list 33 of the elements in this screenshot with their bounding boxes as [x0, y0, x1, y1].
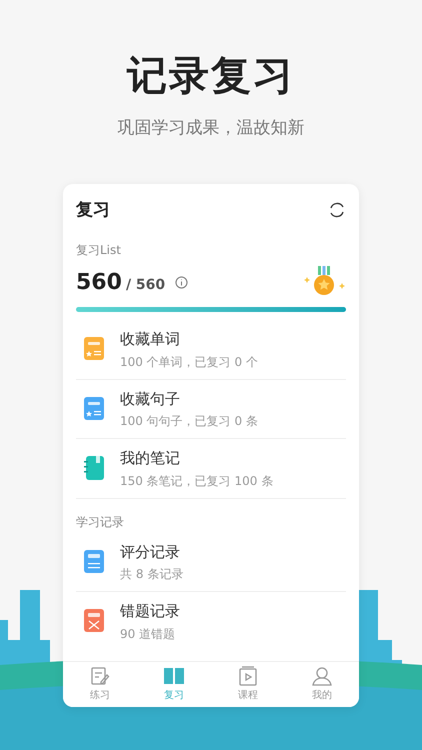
- item-title: 评分记录: [120, 542, 181, 562]
- open-book-icon: [163, 666, 185, 686]
- list-item[interactable]: 收藏单词 100 个单词，已复习 0 个: [76, 320, 346, 380]
- refresh-icon[interactable]: [328, 201, 346, 220]
- mistake-card-icon: [83, 608, 105, 634]
- list-item[interactable]: 收藏句子 100 句句子，已复习 0 条: [76, 380, 346, 439]
- item-subtitle: 100 句句子，已复习 0 条: [120, 413, 258, 430]
- item-subtitle: 共 8 条记录: [120, 566, 184, 583]
- video-card-icon: [238, 666, 258, 686]
- card-title: 复习: [76, 198, 110, 222]
- user-icon: [312, 666, 332, 686]
- page-title: 记录复习: [127, 52, 295, 101]
- word-card-icon: [83, 336, 105, 362]
- sentence-card-icon: [83, 396, 105, 422]
- list-item[interactable]: 我的笔记 150 条笔记，已复习 100 条: [76, 439, 346, 498]
- section-label: 学习记录: [76, 514, 125, 530]
- info-icon[interactable]: [175, 276, 188, 288]
- item-title: 错题记录: [120, 601, 180, 622]
- notebook-icon: [83, 455, 105, 482]
- review-total: / 560: [126, 276, 166, 294]
- list-item[interactable]: 评分记录 共 8 条记录: [76, 532, 346, 592]
- review-count: 560: [76, 268, 122, 296]
- item-subtitle: 90 道错题: [120, 626, 176, 642]
- item-subtitle: 150 条笔记，已复习 100 条: [120, 472, 274, 490]
- section-label: 复习List: [76, 242, 122, 259]
- edit-note-icon: [90, 666, 110, 686]
- list-item[interactable]: 错题记录 90 道错题: [76, 592, 346, 650]
- page-subtitle: 巩固学习成果，温故知新: [118, 117, 304, 140]
- item-title: 收藏单词: [120, 329, 181, 350]
- item-title: 收藏句子: [120, 388, 181, 410]
- score-card-icon: [83, 548, 105, 575]
- item-title: 我的笔记: [120, 448, 181, 469]
- item-subtitle: 100 个单词，已复习 0 个: [120, 354, 258, 370]
